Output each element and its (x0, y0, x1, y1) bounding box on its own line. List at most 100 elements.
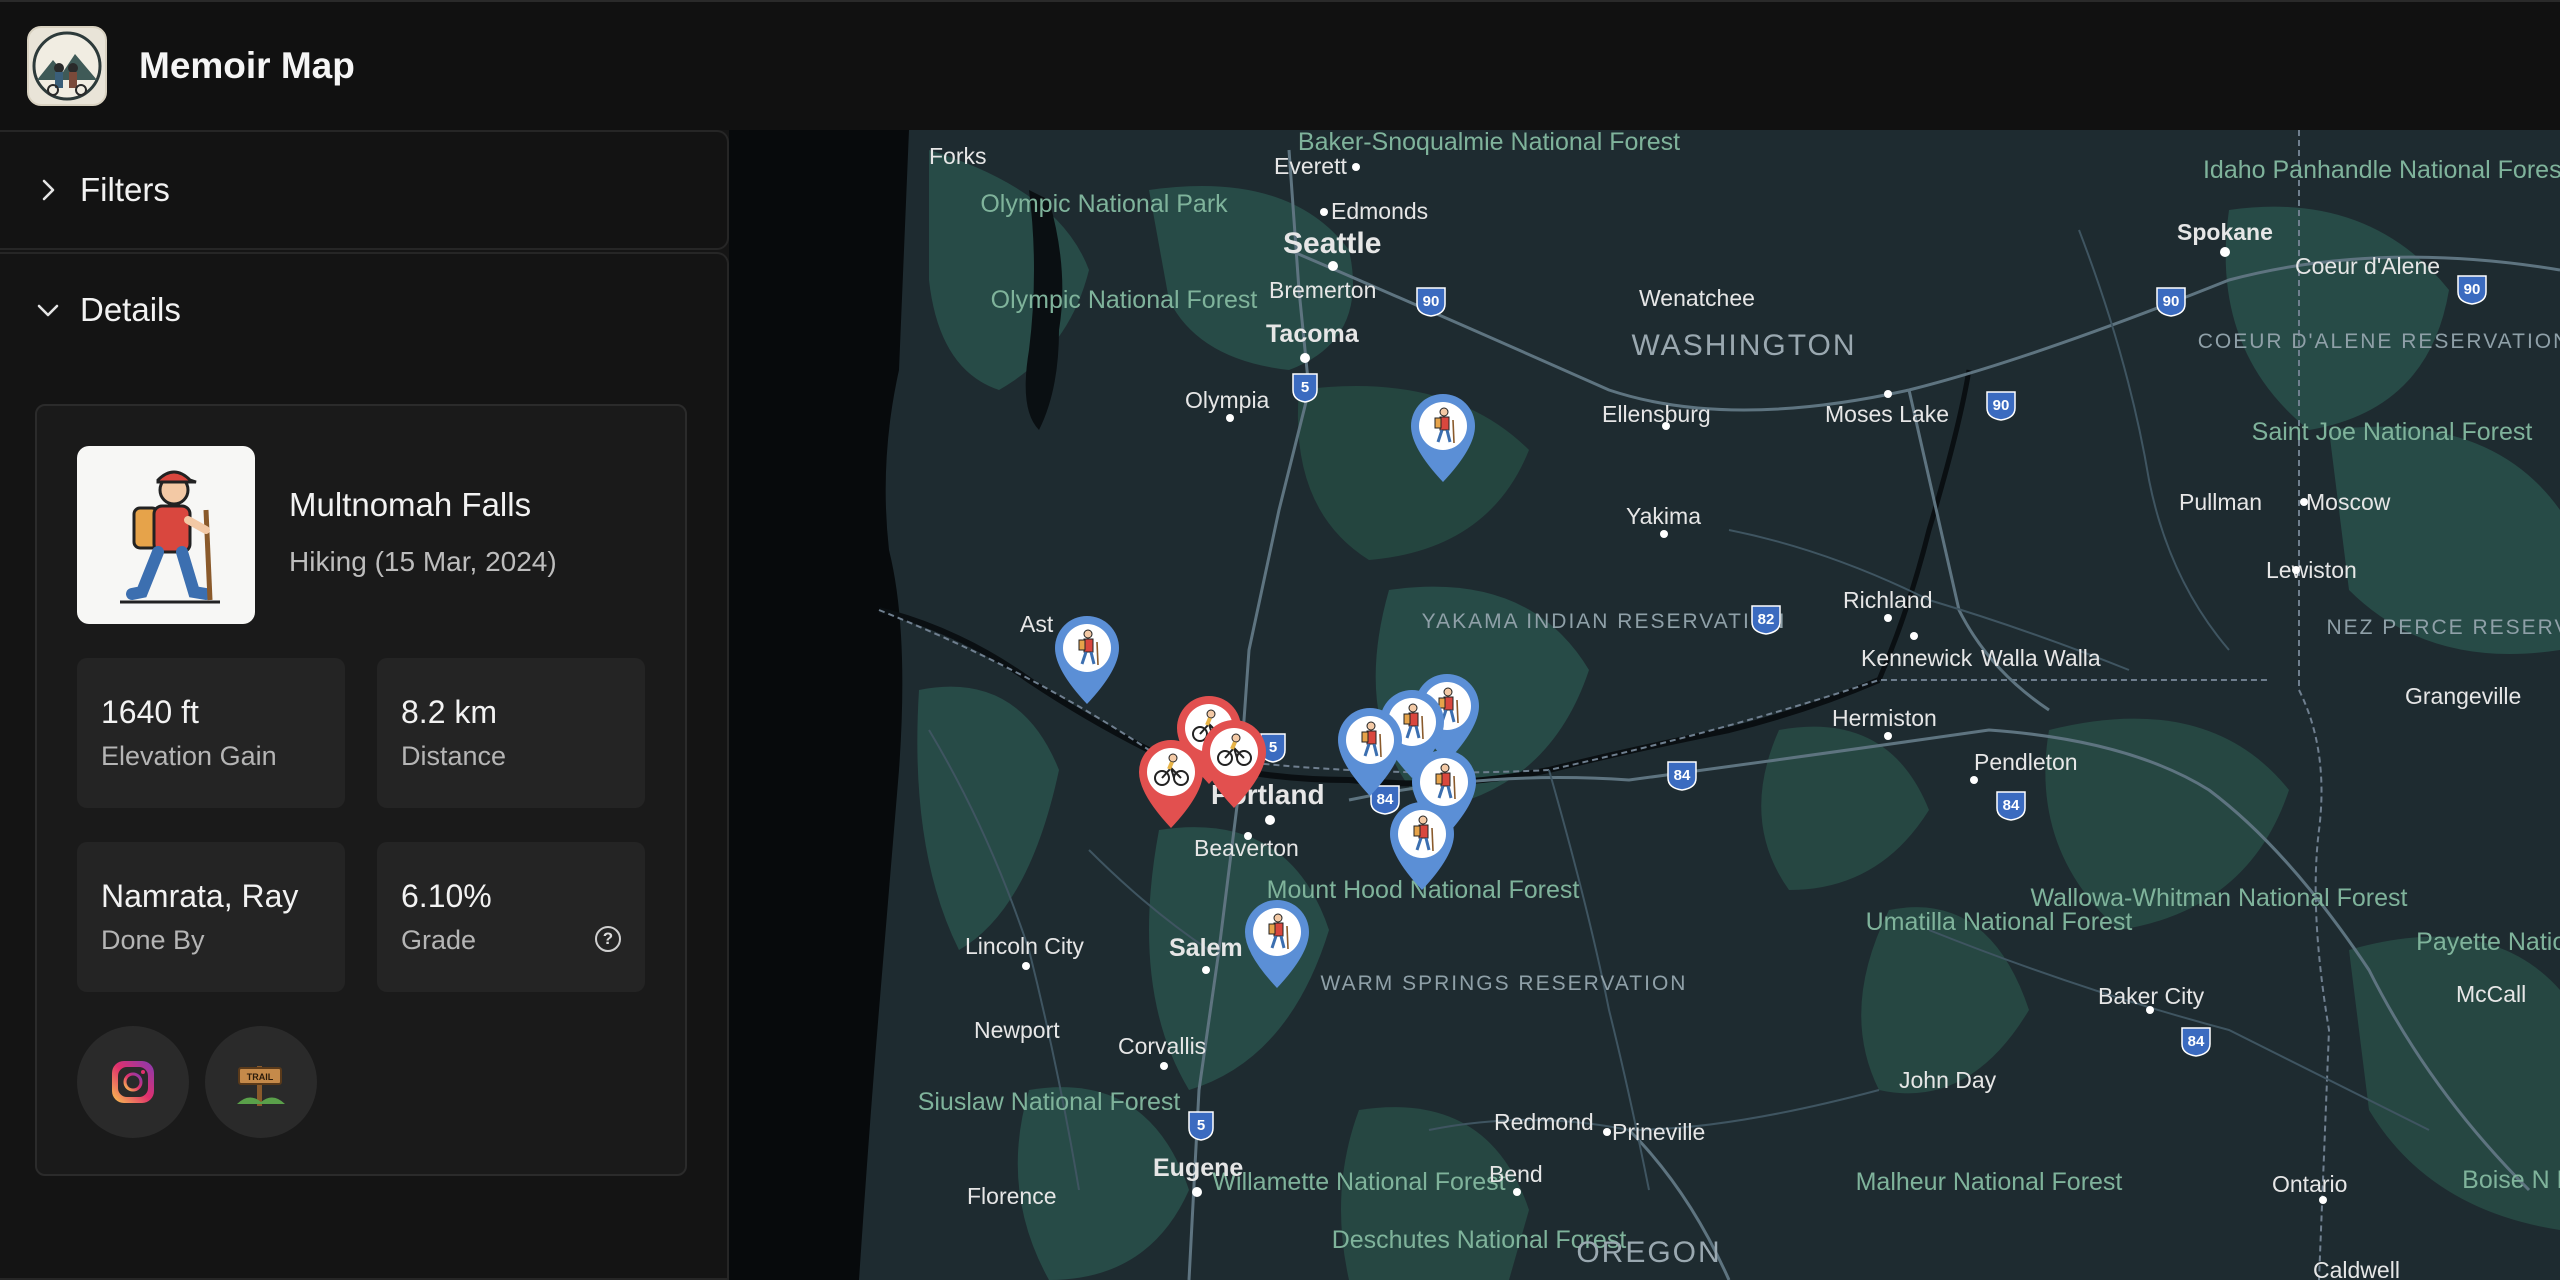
stat-value: 8.2 km (401, 694, 498, 730)
chevron-down-icon (37, 304, 59, 317)
city-label: Seattle (1283, 227, 1381, 260)
city-label: Olympia (1185, 387, 1270, 413)
city-dot (1884, 390, 1892, 398)
details-panel: Details Multnomah Falls Hiking (15 Mar, … (0, 252, 729, 1280)
map-region-label: Boise N Fo (2462, 1166, 2560, 1194)
city-dot (1328, 261, 1338, 271)
stat-label: Distance (401, 741, 507, 771)
instagram-button[interactable] (77, 1026, 189, 1138)
interstate-shield: 5 (1188, 1111, 1214, 1141)
svg-text:5: 5 (1197, 1117, 1205, 1134)
stat-label: Grade (401, 925, 477, 955)
interstate-shield: 84 (2181, 1027, 2211, 1057)
interstate-shield: 5 (1292, 373, 1318, 403)
map-region-label: Olympic National Park (980, 190, 1228, 218)
city-label: Moscow (2306, 489, 2391, 515)
city-label: Bend (1489, 1161, 1543, 1187)
city-dot (1513, 1188, 1521, 1196)
city-label: Pullman (2179, 489, 2262, 515)
city-label: Eugene (1153, 1154, 1243, 1182)
filters-toggle[interactable]: Filters (0, 130, 729, 250)
svg-text:84: 84 (1377, 791, 1394, 808)
activity-subtitle: Hiking (15 Mar, 2024) (289, 546, 557, 577)
city-label: Richland (1843, 587, 1933, 613)
city-label: Lewiston (2266, 557, 2357, 583)
map-region-label: Saint Joe National Forest (2252, 418, 2533, 446)
app-title: Memoir Map (139, 45, 355, 86)
interstate-shield: 84 (1996, 791, 2026, 821)
city-dot (2220, 247, 2230, 257)
details-label: Details (80, 291, 181, 328)
svg-text:84: 84 (2003, 797, 2020, 814)
city-label: Salem (1169, 934, 1243, 962)
stat-value: Namrata, Ray (101, 878, 299, 914)
details-toggle[interactable]: Details (0, 254, 727, 366)
svg-text:84: 84 (1674, 767, 1691, 784)
city-dot (1320, 208, 1328, 216)
city-label: Ast (1020, 611, 1054, 637)
city-dot (1202, 966, 1210, 974)
hiker-icon (120, 470, 220, 604)
city-label: Tacoma (1266, 320, 1360, 348)
map-region-label: Olympic National Forest (991, 286, 1258, 314)
map-region-label: Wallowa-Whitman National Forest (2031, 884, 2408, 912)
city-dot (2319, 1196, 2327, 1204)
city-label: Florence (967, 1183, 1056, 1209)
city-label: Moses Lake (1825, 401, 1949, 427)
activity-thumbnail (77, 446, 255, 624)
interstate-shield: 90 (1416, 287, 1446, 317)
map-region-label: Siuslaw National Forest (918, 1088, 1181, 1116)
city-label: Prineville (1612, 1119, 1705, 1145)
map-region-label: Willamette National Forest (1212, 1168, 1505, 1196)
city-label: Ellensburg (1602, 401, 1711, 427)
city-dot (1662, 422, 1670, 430)
city-dot (1884, 732, 1892, 740)
trail-sign-icon: TRAIL (237, 1066, 285, 1106)
city-dot (2300, 498, 2308, 506)
svg-text:90: 90 (2464, 281, 2481, 298)
map-canvas[interactable]: Baker-Snoqualmie National Forest Olympic… (729, 130, 2560, 1280)
svg-text:90: 90 (2163, 293, 2180, 310)
city-dot (1603, 1128, 1611, 1136)
stat-grade: 6.10% Grade ? (377, 842, 645, 992)
logo-icon (32, 31, 102, 101)
city-label: Spokane (2177, 219, 2273, 245)
map-view[interactable]: Baker-Snoqualmie National Forest Olympic… (729, 130, 2560, 1280)
stat-label: Done By (101, 925, 205, 955)
stat-value: 1640 ft (101, 694, 199, 730)
map-region-label: YAKAMA INDIAN RESERVATION (1422, 610, 1787, 633)
map-region-label: Payette National F (2416, 928, 2560, 956)
chevron-right-icon (42, 179, 55, 201)
svg-text:5: 5 (1269, 739, 1277, 756)
city-label: Baker City (2098, 983, 2205, 1009)
city-dot (1022, 962, 1030, 970)
app-logo[interactable] (27, 26, 107, 106)
city-label: Forks (929, 143, 987, 169)
stat-label: Elevation Gain (101, 741, 277, 771)
map-region-label: WARM SPRINGS RESERVATION (1321, 972, 1688, 995)
interstate-shield: 90 (2457, 275, 2487, 305)
interstate-shield: 90 (2156, 287, 2186, 317)
svg-text:82: 82 (1758, 611, 1775, 628)
city-dot (1970, 776, 1978, 784)
city-label: Pendleton (1974, 749, 2078, 775)
city-label: Redmond (1494, 1109, 1594, 1135)
interstate-shield: 82 (1751, 605, 1781, 635)
stat-elevation: 1640 ft Elevation Gain (77, 658, 345, 808)
city-dot (1300, 353, 1310, 363)
city-dot (1226, 414, 1234, 422)
interstate-shield: 84 (1667, 761, 1697, 791)
svg-text:5: 5 (1301, 379, 1309, 396)
city-dot (2146, 1006, 2154, 1014)
help-icon[interactable]: ? (595, 926, 621, 952)
city-label: Walla Walla (1981, 645, 2101, 671)
app-header: Memoir Map (0, 0, 2560, 130)
city-label: Hermiston (1832, 705, 1937, 731)
stat-distance: 8.2 km Distance (377, 658, 645, 808)
trail-link-button[interactable]: TRAIL (205, 1026, 317, 1138)
city-label: Ontario (2272, 1171, 2347, 1197)
city-dot (1265, 815, 1275, 825)
city-dot (1352, 163, 1360, 171)
map-region-label: COEUR D'ALENE RESERVATION (2198, 330, 2560, 353)
map-region-label: Baker-Snoqualmie National Forest (1298, 130, 1680, 156)
